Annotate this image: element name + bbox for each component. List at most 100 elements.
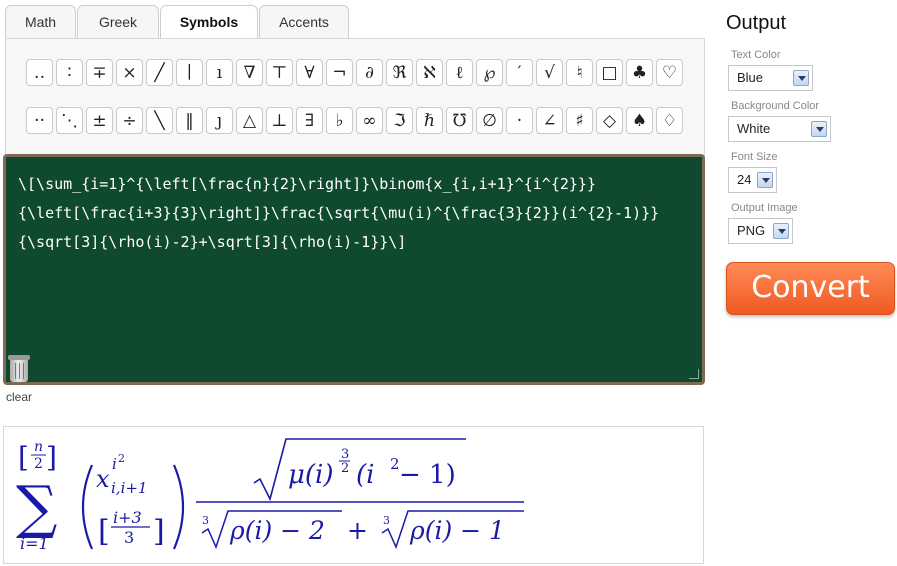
symbol-button-row2-0[interactable]: ·· (26, 107, 53, 134)
symbol-button-row1-10[interactable]: ¬ (326, 59, 353, 86)
resize-handle[interactable] (689, 369, 699, 379)
symbol-button-row1-14[interactable]: ℓ (446, 59, 473, 86)
symbol-button-row1-6[interactable]: ı (206, 59, 233, 86)
symbol-button-row1-19[interactable]: □ (596, 59, 623, 86)
symbol-button-row1-4[interactable]: ╱ (146, 59, 173, 86)
symbol-button-row2-6[interactable]: ȷ (206, 107, 233, 134)
symbol-button-row1-5[interactable]: ∣ (176, 59, 203, 86)
font-size-label: Font Size (731, 151, 778, 163)
symbol-button-row2-18[interactable]: ♯ (566, 107, 593, 134)
formula-preview: ∑ [ n 2 ] i=1 x i 2 i,i+1 [ i+3 3 ] μ(i)… (3, 426, 704, 564)
output-image-value: PNG (737, 223, 766, 238)
tab-symbols[interactable]: Symbols (160, 5, 258, 39)
rendered-formula: ∑ [ n 2 ] i=1 x i 2 i,i+1 [ i+3 3 ] μ(i)… (16, 438, 524, 553)
background-color-label: Background Color (731, 100, 820, 112)
latex-editor-frame (3, 154, 705, 385)
symbol-button-row1-8[interactable]: ⊤ (266, 59, 293, 86)
binom-bracket-left: [ (98, 514, 110, 549)
symbol-button-row2-12[interactable]: ℑ (386, 107, 413, 134)
symbol-button-row1-0[interactable]: ‥ (26, 59, 53, 86)
symbol-button-row2-1[interactable]: ⋱ (56, 107, 83, 134)
symbol-button-row1-17[interactable]: √ (536, 59, 563, 86)
symbol-button-row2-15[interactable]: ∅ (476, 107, 503, 134)
symbol-button-row2-3[interactable]: ÷ (116, 107, 143, 134)
symbol-button-row2-20[interactable]: ♠ (626, 107, 653, 134)
binom-bottom-den: 3 (124, 528, 134, 547)
numerator-exp-num: 3 (341, 447, 349, 462)
font-size-select[interactable]: 24 (728, 167, 777, 193)
chevron-down-icon[interactable] (793, 70, 809, 86)
chevron-down-icon[interactable] (773, 223, 789, 239)
symbol-button-row1-18[interactable]: ♮ (566, 59, 593, 86)
font-size-value: 24 (737, 172, 752, 187)
den-root1-index: 3 (202, 514, 209, 527)
binom-paren-left (81, 464, 94, 550)
symbol-button-row1-15[interactable]: ℘ (476, 59, 503, 86)
tab-accents[interactable]: Accents (259, 5, 349, 38)
symbol-button-row2-13[interactable]: ℏ (416, 107, 443, 134)
background-color-select[interactable]: White (728, 116, 831, 142)
symbol-button-row2-9[interactable]: ∃ (296, 107, 323, 134)
numerator-exp-den: 2 (341, 461, 349, 476)
chevron-down-icon[interactable] (811, 121, 827, 137)
symbol-button-row2-11[interactable]: ∞ (356, 107, 383, 134)
symbol-button-row2-2[interactable]: ± (86, 107, 113, 134)
symbol-button-row2-17[interactable]: ∠ (536, 107, 563, 134)
symbol-button-row2-7[interactable]: △ (236, 107, 263, 134)
tab-math[interactable]: Math (5, 5, 76, 38)
symbol-row-1: ‥ ∶ ∓ × ╱ ∣ ı ∇ ⊤ ∀ ¬ ∂ ℜ ℵ ℓ ℘ ′ √ ♮ □ ♣ ♡ (26, 59, 686, 86)
symbol-button-row2-21[interactable]: ♢ (656, 107, 683, 134)
clear-button[interactable]: clear (6, 355, 38, 404)
text-color-select[interactable]: Blue (728, 65, 813, 91)
symbol-button-row1-21[interactable]: ♡ (656, 59, 683, 86)
den-plus: + (347, 516, 368, 545)
trash-icon[interactable] (8, 355, 30, 383)
text-color-label: Text Color (731, 49, 781, 61)
symbol-button-row1-9[interactable]: ∀ (296, 59, 323, 86)
symbol-button-row2-8[interactable]: ⊥ (266, 107, 293, 134)
binom-bracket-right: ] (153, 514, 165, 549)
convert-button[interactable]: Convert (726, 262, 895, 315)
symbol-button-row1-11[interactable]: ∂ (356, 59, 383, 86)
den-root2-index: 3 (383, 514, 390, 527)
chevron-down-icon[interactable] (757, 172, 773, 188)
binom-top-sub: i,i+1 (111, 479, 147, 497)
output-image-label: Output Image (731, 202, 798, 214)
symbol-button-row2-16[interactable]: · (506, 107, 533, 134)
binom-paren-right (172, 464, 185, 550)
binom-bottom-num: i+3 (113, 508, 142, 527)
binom-top-sup-sup: 2 (118, 452, 125, 465)
numerator-mu: μ(i) (288, 460, 334, 490)
binom-top-sup: i (112, 455, 117, 473)
symbol-button-row2-14[interactable]: ℧ (446, 107, 473, 134)
numerator-rest: (i (356, 460, 374, 490)
symbol-palette: ‥ ∶ ∓ × ╱ ∣ ı ∇ ⊤ ∀ ¬ ∂ ℜ ℵ ℓ ℘ ′ √ ♮ □ ♣ ♡ ·· ⋱ ± ÷ ╲ ‖ ȷ △ ⊥ ∃ ♭ ∞ ℑℏ ℧ ∅… (5, 38, 705, 156)
upper-n: n (34, 439, 43, 455)
text-color-value: Blue (737, 70, 764, 85)
den-root2: ρ(i) − 1 (409, 516, 505, 545)
symbol-button-row2-4[interactable]: ╲ (146, 107, 173, 134)
tab-greek[interactable]: Greek (77, 5, 159, 38)
upper-bracket-right: ] (46, 441, 57, 474)
output-image-select[interactable]: PNG (728, 218, 793, 244)
symbol-button-row1-12[interactable]: ℜ (386, 59, 413, 86)
symbol-button-row1-3[interactable]: × (116, 59, 143, 86)
symbol-button-row1-16[interactable]: ′ (506, 59, 533, 86)
clear-label[interactable]: clear (6, 390, 38, 404)
symbol-button-row1-20[interactable]: ♣ (626, 59, 653, 86)
upper-2: 2 (34, 456, 43, 472)
symbol-button-row1-2[interactable]: ∓ (86, 59, 113, 86)
symbol-button-row2-5[interactable]: ‖ (176, 107, 203, 134)
symbol-button-row2-19[interactable]: ◇ (596, 107, 623, 134)
binom-top-x: x (96, 465, 110, 493)
lower-limit: i=1 (20, 534, 49, 553)
symbol-row-2: ·· ⋱ ± ÷ ╲ ‖ ȷ △ ⊥ ∃ ♭ ∞ ℑℏ ℧ ∅ · ∠ ♯ ◇ ♠ ♢ (26, 107, 686, 134)
symbol-button-row1-13[interactable]: ℵ (416, 59, 443, 86)
latex-editor[interactable] (6, 157, 702, 382)
upper-bracket-left: [ (18, 441, 29, 474)
symbol-button-row2-10[interactable]: ♭ (326, 107, 353, 134)
symbol-button-row1-7[interactable]: ∇ (236, 59, 263, 86)
numerator-rest-end: − 1) (399, 460, 456, 490)
sum-sign: ∑ (16, 473, 57, 541)
symbol-button-row1-1[interactable]: ∶ (56, 59, 83, 86)
